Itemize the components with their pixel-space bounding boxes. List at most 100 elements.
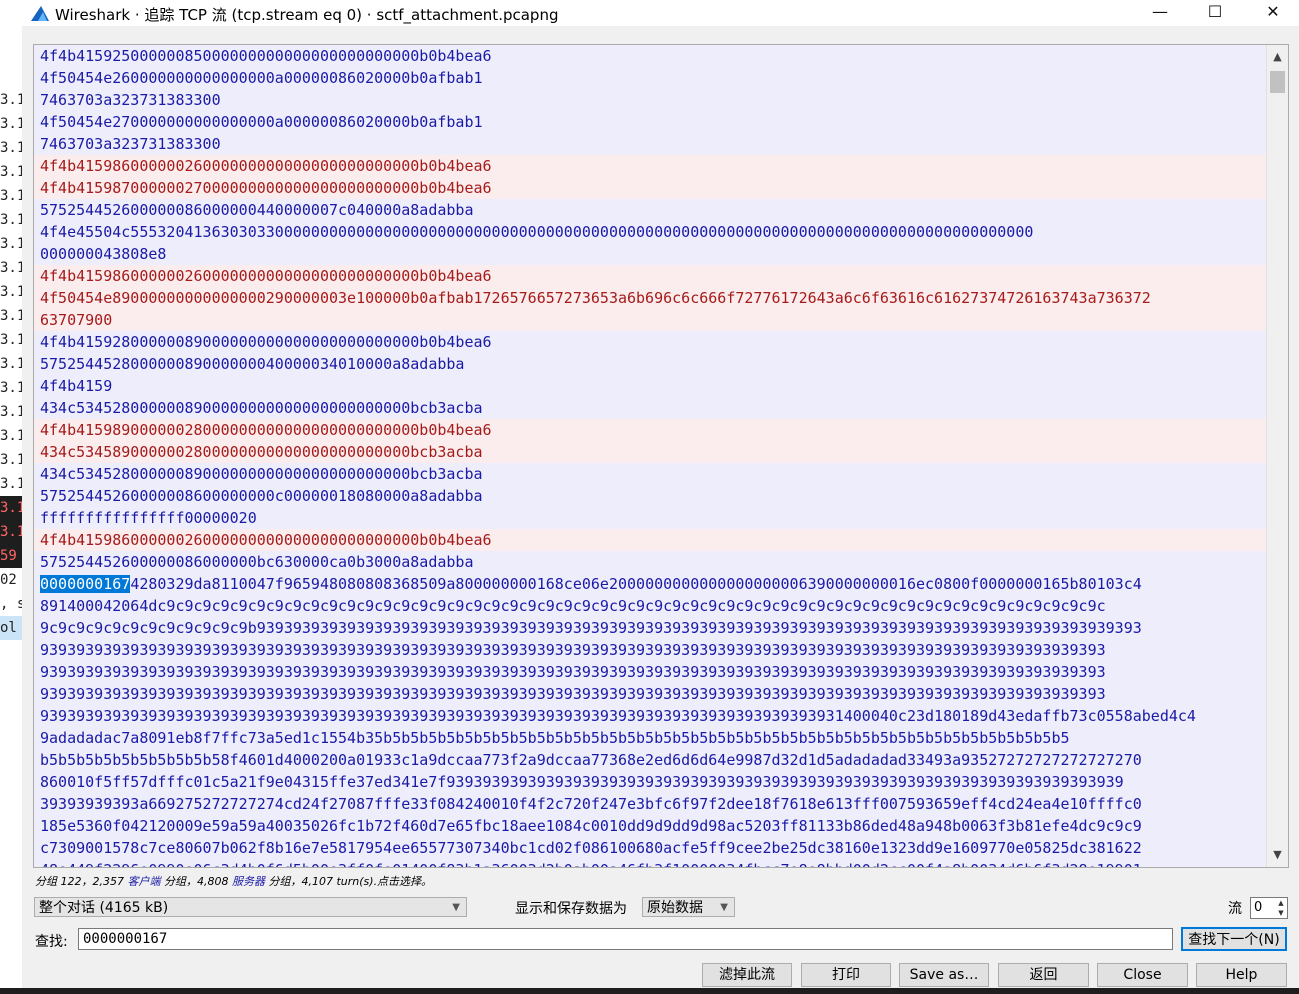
window-title: Wireshark · 追踪 TCP 流 (tcp.stream eq 0) ·… [55,6,559,24]
background-row: 3.1 [0,116,22,132]
filter-out-button[interactable]: 滤掉此流 [702,963,792,987]
stream-content-area[interactable]: 4f4b415925000000850000000000000000000000… [33,44,1289,868]
stream-line[interactable]: 7463703a323731383300 [34,133,1267,155]
stream-line[interactable]: 4f50454e260000000000000000a0000008602000… [34,67,1267,89]
help-button[interactable]: Help [1196,963,1287,987]
save-as-button[interactable]: Save as… [899,963,989,987]
stream-number-value: 0 [1254,900,1263,915]
conversation-select[interactable]: 整个对话 (4165 kB) ▼ [34,897,467,917]
stream-line[interactable]: 434c534528000000890000000000000000000000… [34,397,1267,419]
back-button[interactable]: 返回 [998,963,1089,987]
stream-line[interactable]: 9c9c9c9c9c9c9c9c9c9c9c9b9393939393939393… [34,617,1267,639]
background-row: 3.1 [0,428,22,444]
show-as-select-value: 原始数据 [647,900,703,916]
show-as-label: 显示和保存数据为 [515,901,627,917]
stream-line[interactable]: c7309001578c7ce80607b062f8b16e7e5817954e… [34,837,1267,859]
minimize-button[interactable]: — [1131,0,1189,26]
stream-line[interactable]: 57525445260000008600000000c0000001808000… [34,485,1267,507]
stream-line[interactable]: 4f4b415986000000260000000000000000000000… [34,155,1267,177]
background-row: 3.1 [0,284,22,300]
stream-label: 流 [1228,901,1242,917]
background-row: 3.1 [0,404,22,420]
background-row: 3.1 [0,260,22,276]
background-row: 3.1 [0,188,22,204]
show-as-select[interactable]: 原始数据 ▼ [642,897,735,917]
stream-line[interactable]: 9393939393939393939393939393939393939393… [34,705,1267,727]
background-packet-list: 3.1 3.1 3.1 3.1 3.1 3.1 3.1 3.1 3.1 3.1 3.1 3.1 3.1 3… [0,26,22,994]
scroll-thumb[interactable] [1270,71,1285,93]
stream-line[interactable]: 4f4b4159 [34,375,1267,397]
stream-line[interactable]: 9393939393939393939393939393939393939393… [34,639,1267,661]
stream-number-spinbox[interactable]: 0 ▲ ▼ [1250,897,1288,919]
background-row: 3.1 [0,520,22,544]
scroll-up-icon[interactable]: ▲ [1267,47,1288,67]
wireshark-fin-icon [31,6,49,21]
spin-down-icon[interactable]: ▼ [1275,908,1287,918]
stream-line[interactable]: 9adadadac7a8091eb8f7ffc73a5ed1c1554b35b5… [34,727,1267,749]
stream-line[interactable]: 9393939393939393939393939393939393939393… [34,683,1267,705]
background-row: 3.1 [0,164,22,180]
find-input[interactable]: 0000000167 [78,928,1173,950]
stream-line[interactable]: 185e5360f042120009e59a59a40035026fc1b72f… [34,815,1267,837]
client-label: 客户端 [127,875,161,888]
stream-line[interactable]: 48e449f2296e0990e06c3d4b0f6d5b00e3ff0fe0… [34,859,1267,867]
stream-line[interactable]: 4f4e45504c555320413630303300000000000000… [34,221,1267,243]
stream-line[interactable]: 4f4b415986000000260000000000000000000000… [34,529,1267,551]
chevron-down-icon: ▼ [720,902,728,913]
stream-line[interactable]: 575254452600000086000000bc630000ca0b3000… [34,551,1267,573]
find-label: 查找: [35,934,68,950]
stats-suffix: 分组，4,107 turn(s).点击选择。 [268,875,433,888]
background-row: 3.1 [0,332,22,348]
spin-up-icon[interactable]: ▲ [1275,898,1287,908]
stream-line[interactable]: 39393939393a669275272727274cd24f27087fff… [34,793,1267,815]
stream-line[interactable]: 434c534589000000280000000000000000000000… [34,441,1267,463]
find-next-button[interactable]: 查找下一个(N) [1181,927,1287,951]
background-row: 3.1 [0,140,22,156]
conversation-select-value: 整个对话 (4165 kB) [39,900,169,916]
background-row: 3.1 [0,452,22,468]
stream-line[interactable]: 9393939393939393939393939393939393939393… [34,661,1267,683]
background-row: 3.1 [0,236,22,252]
background-row: 3.1 [0,476,22,492]
background-row: 3.1 [0,308,22,324]
close-window-button[interactable]: ✕ [1244,0,1299,26]
stream-line[interactable]: 63707900 [34,309,1267,331]
background-row: 3.1 [0,380,22,396]
stream-line[interactable]: 4f4b415928000000890000000000000000000000… [34,331,1267,353]
stream-line[interactable]: 434c534528000000890000000000000000000000… [34,463,1267,485]
stream-stats: 分组 122，2,357 客户端 分组，4,808 服务器 分组，4,107 t… [35,873,432,889]
stream-line[interactable]: 000000043808e8 [34,243,1267,265]
stream-line[interactable]: 4f4b415986000000260000000000000000000000… [34,265,1267,287]
stream-line[interactable]: 00000001674280329da8110047f9659480808083… [34,573,1267,595]
stream-line[interactable]: 7463703a323731383300 [34,89,1267,111]
stream-line[interactable]: 4f50454e270000000000000000a0000008602000… [34,111,1267,133]
scroll-down-icon[interactable]: ▼ [1267,845,1288,865]
search-match-highlight: 0000000167 [40,575,131,593]
print-button[interactable]: 打印 [801,963,891,987]
background-row: ol [0,616,22,640]
vertical-scrollbar[interactable]: ▲ ▼ [1266,45,1288,867]
taskbar-edge [0,988,1299,994]
stream-line[interactable]: 575254452800000089000000040000034010000a… [34,353,1267,375]
background-row: 59 [0,544,22,568]
title-bar: Wireshark · 追踪 TCP 流 (tcp.stream eq 0) ·… [0,0,1299,26]
stats-prefix: 分组 122，2,357 [35,875,124,888]
stream-line[interactable]: 891400042064dc9c9c9c9c9c9c9c9c9c9c9c9c9c… [34,595,1267,617]
stream-line[interactable]: 4f50454e89000000000000000290000003e10000… [34,287,1267,309]
background-row: , s [0,596,22,612]
maximize-button[interactable]: ☐ [1186,0,1244,26]
background-row: 3.1 [0,356,22,372]
stream-line[interactable]: 4f4b415925000000850000000000000000000000… [34,45,1267,67]
stream-line[interactable]: 4f4b415987000000270000000000000000000000… [34,177,1267,199]
server-label: 服务器 [231,875,265,888]
stream-line[interactable]: b5b5b5b5b5b5b5b5b5b58f4601d4000200a01933… [34,749,1267,771]
stream-line[interactable]: 575254452600000086000000440000007c040000… [34,199,1267,221]
stream-line[interactable]: 4f4b415989000000280000000000000000000000… [34,419,1267,441]
stream-line[interactable]: 860010f5ff57dfffc01c5a21f9e04315ffe37ed3… [34,771,1267,793]
background-row: 3.1 [0,496,22,520]
stream-line[interactable]: ffffffffffffffff00000020 [34,507,1267,529]
background-row: 02 [0,572,17,588]
stats-mid: 分组，4,808 [163,875,229,888]
background-row: 3.1 [0,92,22,108]
close-button[interactable]: Close [1097,963,1188,987]
